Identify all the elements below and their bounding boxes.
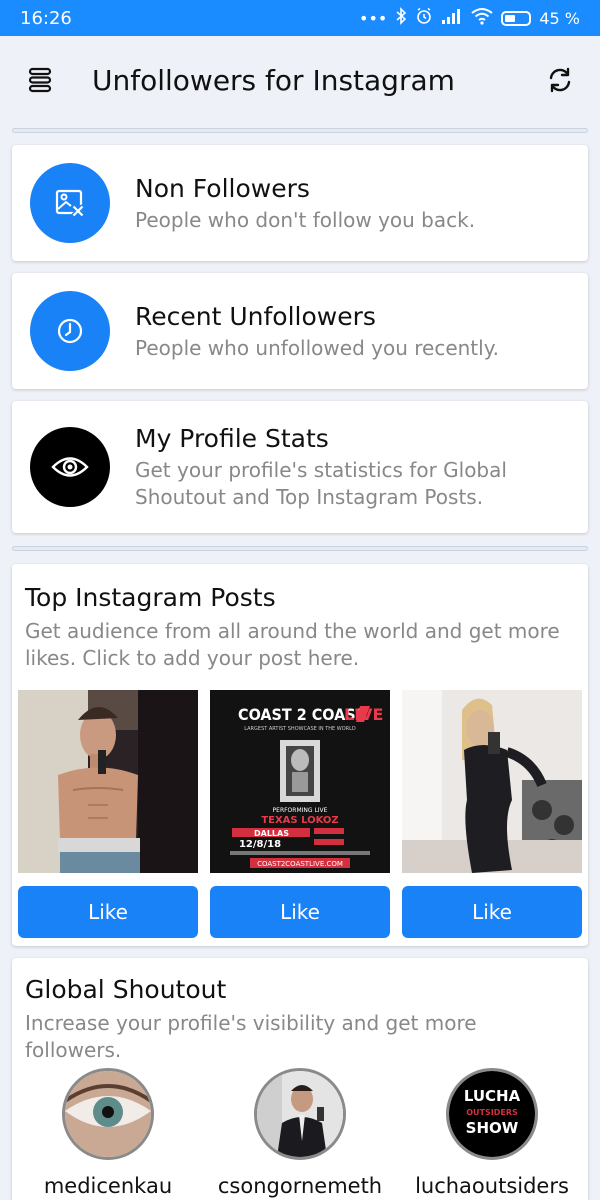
post-image[interactable] [18, 690, 198, 873]
app-bar: Unfollowers for Instagram [0, 36, 600, 124]
top-posts-title: Top Instagram Posts [25, 583, 276, 612]
poster-performing: PERFORMING LIVE [273, 807, 328, 814]
global-shoutout-card: Global Shoutout Increase your profile's … [12, 958, 588, 1200]
shoutout-username: csongornemeth [217, 1174, 383, 1198]
lucha-logo-line-1: LUCHA [464, 1087, 521, 1105]
shoutout-title: Global Shoutout [25, 975, 227, 1004]
post-image[interactable] [402, 690, 582, 873]
like-button[interactable]: Like [210, 886, 390, 938]
divider [12, 546, 588, 551]
profile-stats-card[interactable]: My Profile Stats Get your profile's stat… [12, 401, 588, 533]
poster-url: COAST2COASTLIVE.COM [257, 860, 343, 868]
status-icons: ••• 45 % [359, 7, 580, 29]
post-item: COAST 2 COAST LIVE LARGEST ARTIST SHOWCA… [210, 690, 390, 938]
battery-level: 45 % [539, 8, 580, 28]
non-followers-desc: People who don't follow you back. [135, 207, 476, 232]
non-followers-card[interactable]: Non Followers People who don't follow yo… [12, 145, 588, 261]
poster-date: 12/8/18 [239, 839, 281, 850]
profile-stats-desc: Get your profile's statistics for Global… [135, 458, 507, 509]
shoutout-username: medicenkau [43, 1174, 173, 1198]
recent-unfollowers-card[interactable]: Recent Unfollowers People who unfollowed… [12, 273, 588, 389]
shoutout-user[interactable]: csongornemeth [205, 1068, 395, 1198]
like-button[interactable]: Like [18, 886, 198, 938]
lucha-logo-line-3: SHOW [466, 1119, 519, 1137]
shoutout-users: medicenkau csongornemeth LUCHA OUTSIDERS… [12, 1068, 588, 1198]
post-item: Like [402, 690, 582, 938]
top-posts-card: Top Instagram Posts Get audience from al… [12, 564, 588, 946]
more-dots-icon: ••• [359, 8, 388, 28]
posts-row: Like COAST 2 COAST LIVE LARGEST ARTIST S… [18, 690, 582, 938]
signal-icon [441, 8, 463, 28]
recent-unfollowers-desc: People who unfollowed you recently. [135, 335, 500, 360]
post-image[interactable]: COAST 2 COAST LIVE LARGEST ARTIST SHOWCA… [210, 690, 390, 873]
wifi-icon [471, 7, 493, 29]
shoutout-user[interactable]: LUCHA OUTSIDERS SHOW luchaoutsiders [397, 1068, 587, 1198]
post-item: Like [18, 690, 198, 938]
non-followers-title: Non Followers [135, 173, 310, 203]
refresh-icon[interactable] [542, 62, 578, 98]
app-title: Unfollowers for Instagram [92, 63, 455, 97]
shoutout-username: luchaoutsiders [415, 1174, 569, 1198]
bluetooth-icon [395, 7, 407, 29]
status-time: 16:26 [20, 7, 72, 29]
poster-tagline: LARGEST ARTIST SHOWCASE IN THE WORLD [244, 726, 356, 732]
like-button[interactable]: Like [402, 886, 582, 938]
avatar[interactable] [62, 1068, 154, 1160]
poster-artist: TEXAS LOKOZ [261, 815, 338, 826]
menu-icon[interactable] [22, 62, 58, 98]
shoutout-desc: Increase your profile's visibility and g… [25, 1011, 477, 1062]
profile-stats-title: My Profile Stats [135, 424, 329, 453]
divider [12, 128, 588, 133]
eye-icon [30, 427, 110, 507]
status-bar: 16:26 ••• 45 % [0, 0, 600, 36]
avatar[interactable] [254, 1068, 346, 1160]
top-posts-desc: Get audience from all around the world a… [25, 619, 560, 670]
shoutout-user[interactable]: medicenkau [13, 1068, 203, 1198]
lucha-logo-line-2: OUTSIDERS [466, 1108, 518, 1117]
image-x-icon [30, 163, 110, 243]
avatar[interactable]: LUCHA OUTSIDERS SHOW [446, 1068, 538, 1160]
poster-city: DALLAS [254, 829, 289, 838]
recent-unfollowers-title: Recent Unfollowers [135, 301, 376, 331]
clock-icon [30, 291, 110, 371]
alarm-icon [415, 7, 433, 29]
battery-icon [501, 10, 532, 26]
